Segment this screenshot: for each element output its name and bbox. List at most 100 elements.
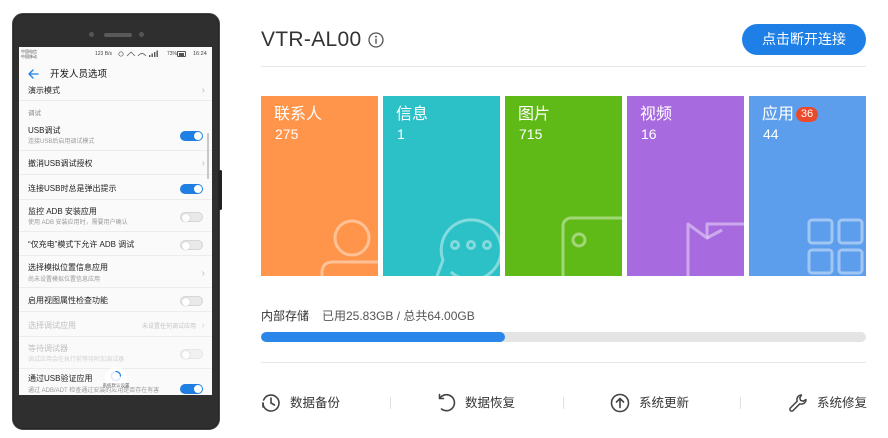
clock: 16:24 (193, 51, 207, 57)
tile-videos[interactable]: 视频 16 (627, 96, 744, 276)
divider (261, 362, 866, 363)
tile-contacts[interactable]: 联系人 275 (261, 96, 378, 276)
tile-pictures[interactable]: 图片 715 (505, 96, 622, 276)
tile-count: 1 (397, 126, 405, 142)
toggle-switch[interactable] (180, 212, 203, 222)
setting-usb-prompt[interactable]: 连接USB时总是弹出提示 (19, 178, 212, 200)
sensor-dot (139, 32, 144, 37)
spinner-icon (110, 370, 122, 382)
setting-title: 演示模式 (28, 86, 60, 95)
chevron-right-icon: › (201, 268, 205, 279)
setting-subtitle: 通过 ADB/ADT 检查通过安装的应用是否存在有害 (28, 388, 160, 394)
tool-data-restore[interactable]: 数据恢复 (436, 392, 515, 414)
setting-mock-location-app[interactable]: 选择模拟位置信息应用 尚未设置模拟位置信息应用 › (19, 258, 212, 288)
battery-percent: 73% (167, 51, 178, 57)
setting-revoke-usb-auth[interactable]: 撤消USB调试授权 › (19, 153, 212, 175)
chevron-right-icon: › (201, 320, 205, 331)
tool-separator (390, 397, 391, 409)
phone-screen: 中国电信 中国移动 123 B/s 73% 16:24 开发人员选项 演示模式 … (19, 47, 212, 395)
setting-title: 等待调试器 (28, 344, 68, 353)
setting-title: USB调试 (28, 126, 61, 135)
phone-mockup: 中国电信 中国移动 123 B/s 73% 16:24 开发人员选项 演示模式 … (12, 13, 222, 430)
chevron-right-icon: › (201, 158, 205, 169)
setting-select-debug-app[interactable]: 选择调试应用 未设置任何调试应用 › (19, 315, 212, 337)
setting-title: 监控 ADB 安装应用 (28, 207, 97, 216)
setting-subtitle: 尚未设置模拟位置信息应用 (28, 277, 101, 283)
setting-title: 连接USB时总是弹出提示 (28, 184, 117, 193)
setting-title: 选择模拟位置信息应用 (28, 263, 108, 272)
tool-separator (740, 397, 741, 409)
toggle-switch[interactable] (180, 131, 203, 141)
tool-system-repair[interactable]: 系统修复 (788, 392, 867, 414)
storage-used-fill (261, 332, 506, 342)
wrench-icon (789, 394, 807, 412)
tile-count: 44 (763, 126, 779, 142)
setting-demo-mode[interactable]: 演示模式 › (19, 81, 212, 101)
phone-speaker (104, 33, 132, 37)
status-icons (118, 50, 158, 57)
net-speed: 123 B/s (95, 51, 112, 57)
toggle-switch[interactable] (180, 384, 203, 394)
tool-data-backup[interactable]: 数据备份 (261, 392, 340, 414)
toggle-switch[interactable] (180, 296, 203, 306)
setting-wait-for-debugger[interactable]: 等待调试器 调试应用会在执行前等待附加调试器 (19, 339, 212, 369)
update-count-badge: 36 (796, 107, 818, 122)
backup-clock-icon (262, 394, 280, 412)
setting-subtitle: 连接USB后启用调试模式 (28, 139, 95, 145)
carrier-2: 中国移动 (21, 54, 37, 59)
storage-label: 内部存储 (261, 309, 310, 323)
section-label: 调试 (28, 110, 41, 117)
restore-icon (438, 393, 456, 412)
scrollbar[interactable] (207, 133, 209, 179)
setting-view-attribute-inspection[interactable]: 启用视图属性检查功能 (19, 290, 212, 312)
tool-label: 系统修复 (817, 396, 868, 410)
loading-overlay: 系统默认设置 (103, 367, 130, 389)
phone-status-bar: 中国电信 中国移动 123 B/s 73% 16:24 (19, 47, 212, 62)
toggle-switch[interactable] (180, 349, 203, 359)
camera-dot (89, 32, 94, 37)
setting-value: 未设置任何调试应用 (141, 324, 196, 330)
tool-label: 数据恢复 (465, 396, 516, 410)
arrow-left-icon[interactable] (27, 68, 39, 80)
tile-label: 应用 (762, 106, 795, 123)
storage-progress-bar (261, 332, 866, 342)
device-heading: VTR-AL00 (261, 27, 385, 53)
tile-label: 信息 (396, 106, 429, 123)
page-title: 开发人员选项 (50, 69, 108, 80)
setting-usb-debugging[interactable]: USB调试 连接USB后启用调试模式 (19, 121, 212, 151)
carrier-info: 中国电信 中国移动 (21, 49, 37, 59)
chevron-right-icon: › (201, 85, 205, 96)
toggle-switch[interactable] (180, 240, 203, 250)
divider (261, 66, 866, 67)
tile-messages[interactable]: 信息 1 (383, 96, 500, 276)
setting-title: 撤消USB调试授权 (28, 159, 93, 168)
update-icon (610, 393, 630, 413)
battery-icon (177, 51, 186, 57)
tool-label: 数据备份 (290, 396, 341, 410)
tile-label: 图片 (518, 106, 551, 123)
setting-title: 选择调试应用 (28, 321, 76, 330)
tool-system-update[interactable]: 系统更新 (610, 392, 689, 414)
section-header-debug: 调试 (19, 105, 212, 120)
setting-subtitle: 调试应用会在执行前等待附加调试器 (28, 357, 125, 363)
disconnect-button[interactable]: 点击断开连接 (742, 24, 866, 55)
loading-text: 系统默认设置 (102, 383, 130, 388)
setting-title: “仅充电”模式下允许 ADB 调试 (28, 240, 135, 249)
setting-monitor-adb-install[interactable]: 监控 ADB 安装应用 使用 ADB 安装应用时，需要用户确认 (19, 202, 212, 232)
tool-separator (563, 397, 564, 409)
tool-label: 系统更新 (639, 396, 690, 410)
phone-side-key (219, 170, 222, 210)
tile-count: 16 (641, 126, 657, 142)
setting-charge-only-adb[interactable]: “仅充电”模式下允许 ADB 调试 (19, 234, 212, 256)
tile-label: 视频 (640, 106, 673, 123)
toggle-switch[interactable] (180, 184, 203, 194)
tile-label: 联系人 (274, 106, 323, 123)
setting-title: 通过USB验证应用 (28, 374, 93, 383)
tile-count: 715 (519, 126, 543, 142)
storage-usage: 已用25.83GB / 总共64.00GB (322, 309, 475, 323)
setting-subtitle: 使用 ADB 安装应用时，需要用户确认 (28, 220, 128, 226)
device-name: VTR-AL00 (261, 28, 362, 51)
tile-apps[interactable]: 应用 36 44 (749, 96, 866, 276)
info-icon[interactable] (368, 32, 385, 48)
tile-count: 275 (275, 126, 299, 142)
